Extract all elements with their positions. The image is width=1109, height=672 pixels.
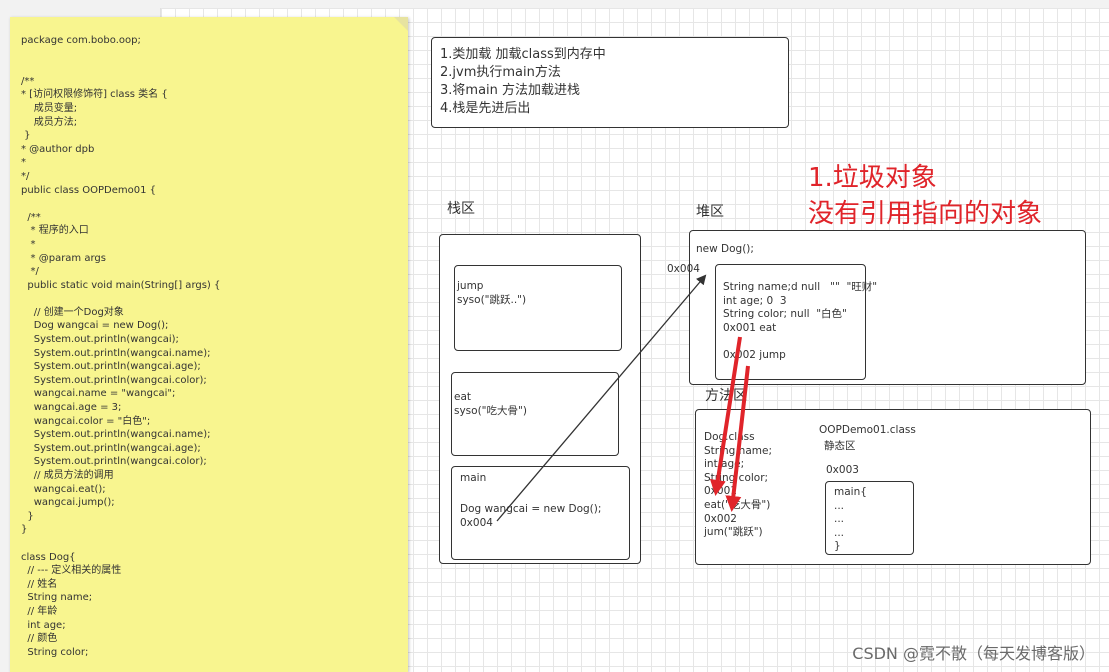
red-arrow-jump [725, 365, 750, 512]
arrows-layer [496, 274, 750, 522]
csdn-watermark: CSDN @霓不散（每天发博客版） [852, 644, 1095, 663]
reference-arrow [496, 274, 707, 522]
